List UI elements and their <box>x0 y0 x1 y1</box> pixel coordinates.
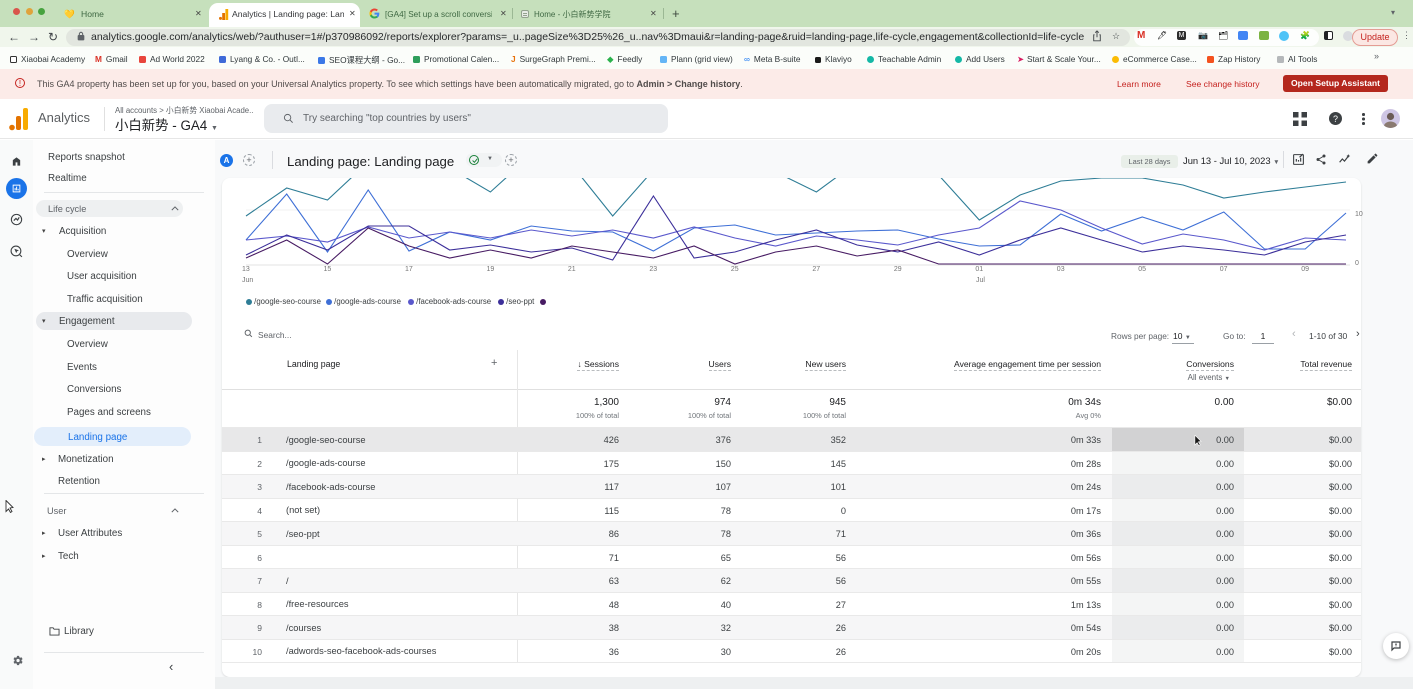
svg-text:?: ? <box>1333 114 1338 124</box>
